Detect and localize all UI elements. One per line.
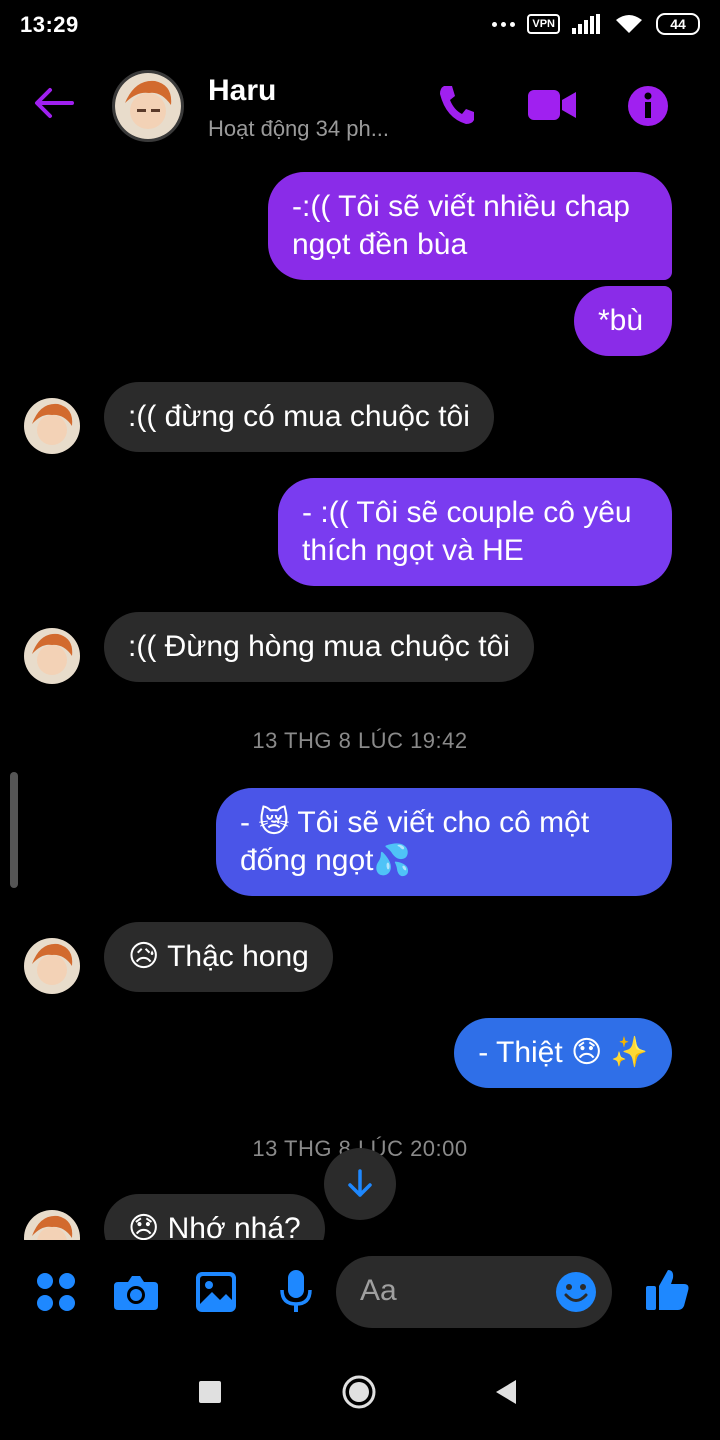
apps-icon[interactable] [36, 1272, 76, 1312]
contact-avatar-small[interactable] [24, 938, 80, 994]
outgoing-message[interactable]: - :(( Tôi sẽ couple cô yêu thích ngọt và… [278, 478, 672, 586]
home-circle-icon[interactable] [341, 1374, 377, 1410]
outgoing-message[interactable]: - Thiệt 😞 ✨ [454, 1018, 672, 1088]
system-navigation-bar [0, 1340, 720, 1440]
message-input[interactable]: Aa [336, 1256, 612, 1328]
message-input-placeholder: Aa [360, 1274, 397, 1307]
more-notifications-icon [492, 21, 516, 27]
signal-icon [572, 14, 600, 34]
outgoing-message[interactable]: *bù [574, 286, 672, 356]
contact-avatar-small[interactable] [24, 1210, 80, 1240]
emoji-icon[interactable] [556, 1272, 596, 1312]
microphone-icon[interactable] [280, 1270, 312, 1314]
timestamp-divider: 13 THG 8 LÚC 19:42 [252, 728, 468, 753]
outgoing-message[interactable]: - 😿 Tôi sẽ viết cho cô một đống ngọt💦 [216, 788, 672, 896]
phone-icon[interactable] [436, 82, 476, 126]
outgoing-message[interactable]: -:(( Tôi sẽ viết nhiều chap ngọt đền bùa [268, 172, 672, 280]
contact-avatar-small[interactable] [24, 628, 80, 684]
back-triangle-icon[interactable] [494, 1379, 518, 1405]
contact-avatar[interactable] [112, 70, 184, 142]
presence-status: Hoạt động 34 ph... [208, 116, 390, 141]
video-call-icon[interactable] [528, 88, 576, 122]
composer-bar: Aa [0, 1248, 720, 1340]
incoming-message[interactable]: 😞 Nhớ nhá? [104, 1194, 325, 1240]
gallery-icon[interactable] [196, 1272, 236, 1312]
scrollbar[interactable] [10, 772, 18, 888]
scroll-to-bottom-button[interactable] [324, 1148, 396, 1220]
vpn-badge: VPN [527, 14, 560, 34]
like-icon[interactable] [646, 1268, 690, 1312]
incoming-message[interactable]: 😥 Thậc hong [104, 922, 333, 992]
conversation-header: Haru Hoạt động 34 ph... [0, 60, 720, 152]
incoming-message[interactable]: :(( đừng có mua chuộc tôi [104, 382, 494, 452]
battery-indicator: 44 [656, 13, 700, 35]
message-list[interactable]: -:(( Tôi sẽ viết nhiều chap ngọt đền bùa… [0, 160, 720, 1240]
back-arrow-icon[interactable] [32, 86, 74, 120]
status-bar: 13:29 VPN 44 [0, 0, 720, 52]
contact-name[interactable]: Haru [208, 74, 276, 108]
camera-icon[interactable] [114, 1274, 158, 1310]
incoming-message[interactable]: :(( Đừng hòng mua chuộc tôi [104, 612, 534, 682]
info-icon[interactable] [628, 86, 668, 126]
contact-avatar-small[interactable] [24, 398, 80, 454]
wifi-icon [616, 15, 642, 33]
status-icons: VPN 44 [492, 13, 700, 35]
recents-square-icon[interactable] [199, 1381, 221, 1403]
status-time: 13:29 [20, 12, 79, 37]
arrow-down-icon [348, 1169, 372, 1197]
